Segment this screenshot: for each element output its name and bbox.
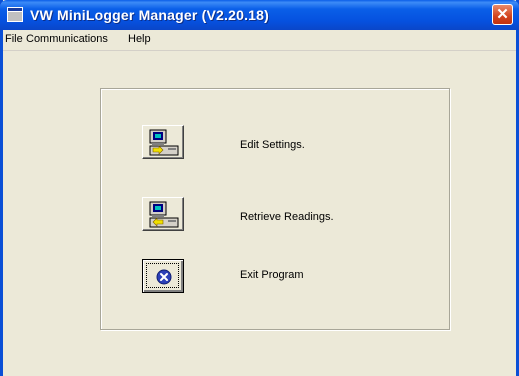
computer-retrieve-icon [149,201,179,228]
actions-panel: Edit Settings. Retrieve Readings. Exit P… [100,88,450,330]
menu-bar: File Communications Help [3,30,516,51]
main-window: VW MiniLogger Manager (V2.20.18) ✕ File … [0,0,519,376]
menu-file[interactable]: File [5,33,23,45]
close-button[interactable]: ✕ [492,4,513,25]
computer-edit-icon [149,129,179,156]
exit-program-label: Exit Program [240,269,304,281]
edit-settings-label: Edit Settings. [240,139,305,151]
menu-help[interactable]: Help [128,33,151,45]
title-bar[interactable]: VW MiniLogger Manager (V2.20.18) ✕ [0,0,519,30]
app-window-icon [7,7,23,22]
exit-program-button[interactable] [142,259,184,293]
edit-settings-button[interactable] [142,125,184,159]
exit-icon [156,269,172,285]
retrieve-readings-label: Retrieve Readings. [240,211,334,223]
retrieve-readings-button[interactable] [142,197,184,231]
menu-communications[interactable]: Communications [26,33,108,45]
window-title: VW MiniLogger Manager (V2.20.18) [30,7,269,23]
